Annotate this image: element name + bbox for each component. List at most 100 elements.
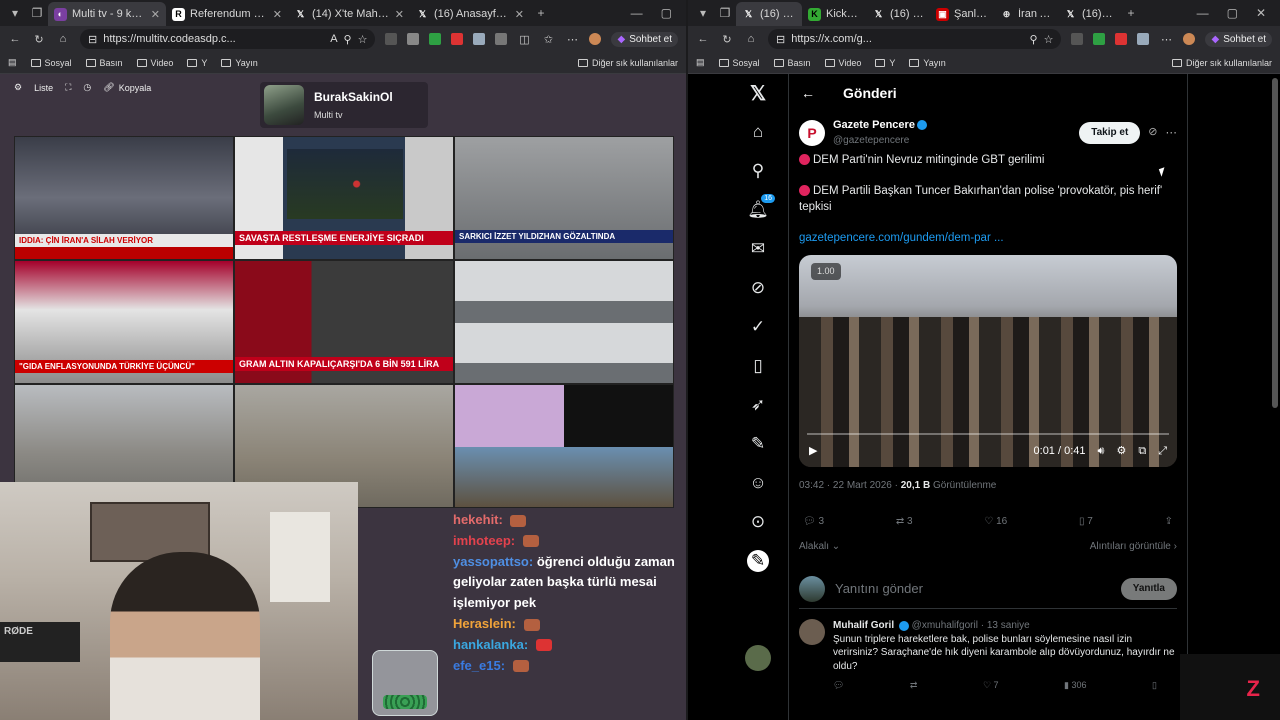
mail-icon[interactable]: ✉ <box>747 238 769 260</box>
tab-x-3[interactable]: 𝕏 (16) X P <box>1058 2 1120 26</box>
reload-icon[interactable]: ↻ <box>32 33 46 46</box>
bookmark-icon[interactable]: ▯ <box>1152 679 1157 691</box>
back-icon[interactable]: ← <box>696 33 710 45</box>
extension-icon[interactable] <box>1071 33 1084 45</box>
views-action[interactable]: ▮ 306 <box>1064 679 1087 691</box>
tab-multitv[interactable]: ◐ Multi tv - 9 kanal izleme ✕ <box>48 2 166 26</box>
tab-iran[interactable]: ⊕ İran Altı <box>994 2 1058 26</box>
tab-x-home[interactable]: 𝕏 (16) Anasayfa / X ✕ <box>410 2 530 26</box>
sort-dropdown[interactable]: Alakalı ⌄ <box>799 540 840 555</box>
extension-icon[interactable] <box>407 33 420 45</box>
channel-card[interactable]: BurakSakinOl Multi tv <box>260 82 428 128</box>
reply-tweet[interactable]: Muhalif Goril @xmuhalifgoril · 13 saniye… <box>799 609 1177 691</box>
author-avatar[interactable]: P <box>799 120 825 146</box>
fav-folder-sosyal[interactable]: Sosyal <box>30 58 72 68</box>
search-icon[interactable]: ⚲ <box>747 160 769 182</box>
tab-actions-icon[interactable]: ▾ <box>692 2 714 24</box>
fav-folder-video[interactable]: Video <box>136 58 173 68</box>
fav-folder-basin[interactable]: Basın <box>85 58 123 68</box>
close-icon[interactable]: ✕ <box>515 8 524 21</box>
history-icon[interactable]: ◷ <box>83 82 91 93</box>
home-icon[interactable]: ⌂ <box>56 33 70 45</box>
fav-folder-yayin[interactable]: Yayın <box>909 58 946 68</box>
video-tile[interactable]: IDDIA: ÇİN İRAN'A SİLAH VERİYOR <box>14 136 234 260</box>
fav-folder-y[interactable]: Y <box>875 58 895 68</box>
extension-icon[interactable] <box>1115 33 1128 45</box>
bookmark-icon[interactable]: ▯ <box>747 355 769 377</box>
like-action[interactable]: ♡ 7 <box>983 679 999 691</box>
reply-action[interactable]: 💬︎ 3 <box>803 515 824 530</box>
workspaces-icon[interactable]: ❐ <box>26 2 48 24</box>
extension-icon[interactable] <box>1137 33 1150 45</box>
profile-avatar[interactable] <box>589 33 602 45</box>
more-circle-icon[interactable]: ⊙ <box>747 511 769 533</box>
extension-icon[interactable] <box>1093 33 1106 45</box>
favorites-icon[interactable]: ✩ <box>541 33 555 46</box>
bookmark-action[interactable]: ▯ 7 <box>1079 515 1093 530</box>
extension-icon[interactable] <box>495 33 508 45</box>
fav-other[interactable]: Diğer sık kullanılanlar <box>1171 58 1272 68</box>
grok-icon[interactable]: ⊘ <box>1148 125 1157 141</box>
settings-button[interactable]: ⚙ <box>14 82 22 93</box>
account-avatar[interactable] <box>745 645 771 671</box>
profile-icon[interactable]: ☺ <box>747 472 769 494</box>
home-icon[interactable]: ⌂ <box>744 33 758 45</box>
workspaces-icon[interactable]: ❐ <box>714 2 736 24</box>
author-handle[interactable]: @gazetepencere <box>833 134 927 149</box>
tab-actions-icon[interactable]: ▾ <box>4 2 26 24</box>
site-info-icon[interactable]: ⊟ <box>88 33 97 46</box>
video-tile[interactable]: SARKICI İZZET YILDIZHAN GÖZALTINDA <box>454 136 674 260</box>
fav-folder-video[interactable]: Video <box>824 58 861 68</box>
grok-icon[interactable]: ⊘ <box>747 277 769 299</box>
maximize-icon[interactable]: ▢ <box>661 6 672 20</box>
pip-icon[interactable]: ⧉ <box>1138 444 1146 460</box>
video-tile[interactable]: SAVAŞTA RESTLEŞME ENERJİYE SIÇRADI <box>234 136 454 260</box>
reply-author-handle[interactable]: @xmuhalifgoril <box>912 620 978 631</box>
extension-icon[interactable] <box>429 33 442 45</box>
share-icon[interactable]: ⇪ <box>1165 515 1173 530</box>
back-icon[interactable]: ← <box>8 33 22 45</box>
maximize-icon[interactable]: ▢ <box>1227 6 1238 20</box>
fav-folder-yayin[interactable]: Yayın <box>221 58 258 68</box>
reply-button[interactable]: Yanıtla <box>1120 577 1177 601</box>
scrollbar[interactable] <box>1272 78 1278 408</box>
fav-folder-basin[interactable]: Basın <box>773 58 811 68</box>
video-tile[interactable]: "GIDA ENFLASYONUNDA TÜRKİYE ÜÇÜNCÜ" <box>14 260 234 384</box>
copy-button[interactable]: 🔗︎ Kopyala <box>103 82 151 93</box>
close-window-icon[interactable]: ✕ <box>1256 6 1266 20</box>
minimize-icon[interactable]: — <box>1197 6 1209 20</box>
reply-icon[interactable]: 💬︎ <box>833 679 844 691</box>
split-screen-icon[interactable]: ◫ <box>517 33 531 46</box>
articles-icon[interactable]: ✎ <box>747 433 769 455</box>
video-progress[interactable] <box>807 432 1169 435</box>
extension-icon[interactable] <box>451 33 464 45</box>
favorites-bar-icon[interactable]: ▤ <box>696 57 705 68</box>
x-logo-icon[interactable]: 𝕏 <box>747 82 769 105</box>
close-icon[interactable]: ✕ <box>151 8 160 21</box>
follow-button[interactable]: Takip et <box>1079 121 1141 145</box>
tweet-link[interactable]: gazetepencere.com/gundem/dem-par ... <box>799 230 1177 247</box>
address-bar[interactable]: ⊟ https://multitv.codeasdp.c... A ⚲ ☆ <box>80 29 376 49</box>
list-button[interactable]: Liste <box>34 83 53 93</box>
back-arrow-icon[interactable]: ← <box>801 85 815 101</box>
reply-author-name[interactable]: Muhalif Goril <box>833 620 894 631</box>
translate-icon[interactable]: A <box>330 33 337 45</box>
tweet-video[interactable]: 1.00 ▶ 0:01 / 0:41 🔊︎ ⚙ ⧉ ⤢ <box>799 254 1177 467</box>
profile-avatar[interactable] <box>1183 33 1196 45</box>
favorites-bar-icon[interactable]: ▤ <box>8 57 17 68</box>
fullscreen-icon[interactable]: ⤢ <box>1158 444 1167 460</box>
reload-icon[interactable]: ↻ <box>720 33 734 46</box>
copilot-button[interactable]: ◆ Sohbet et <box>1205 31 1272 47</box>
tab-x-mahir[interactable]: 𝕏 (14) X'te Mahir KILIÇ: "G ✕ <box>288 2 410 26</box>
video-tile[interactable]: GRAM ALTIN KAPALIÇARŞI'DA 6 BİN 591 LİRA <box>234 260 454 384</box>
zoom-icon[interactable]: ⚲ <box>1030 33 1038 46</box>
site-info-icon[interactable]: ⊟ <box>776 33 785 46</box>
extension-icon[interactable] <box>473 33 486 45</box>
rocket-icon[interactable]: ➶ <box>747 394 769 416</box>
fullscreen-icon[interactable]: ⛶ <box>65 82 71 93</box>
playback-speed[interactable]: 1.00 <box>811 262 841 280</box>
address-bar[interactable]: ⊟ https://x.com/g... ⚲ ☆ <box>768 29 1062 49</box>
volume-icon[interactable]: 🔊︎ <box>1098 444 1105 460</box>
reply-avatar[interactable] <box>799 619 825 646</box>
star-icon[interactable]: ☆ <box>1044 33 1054 46</box>
